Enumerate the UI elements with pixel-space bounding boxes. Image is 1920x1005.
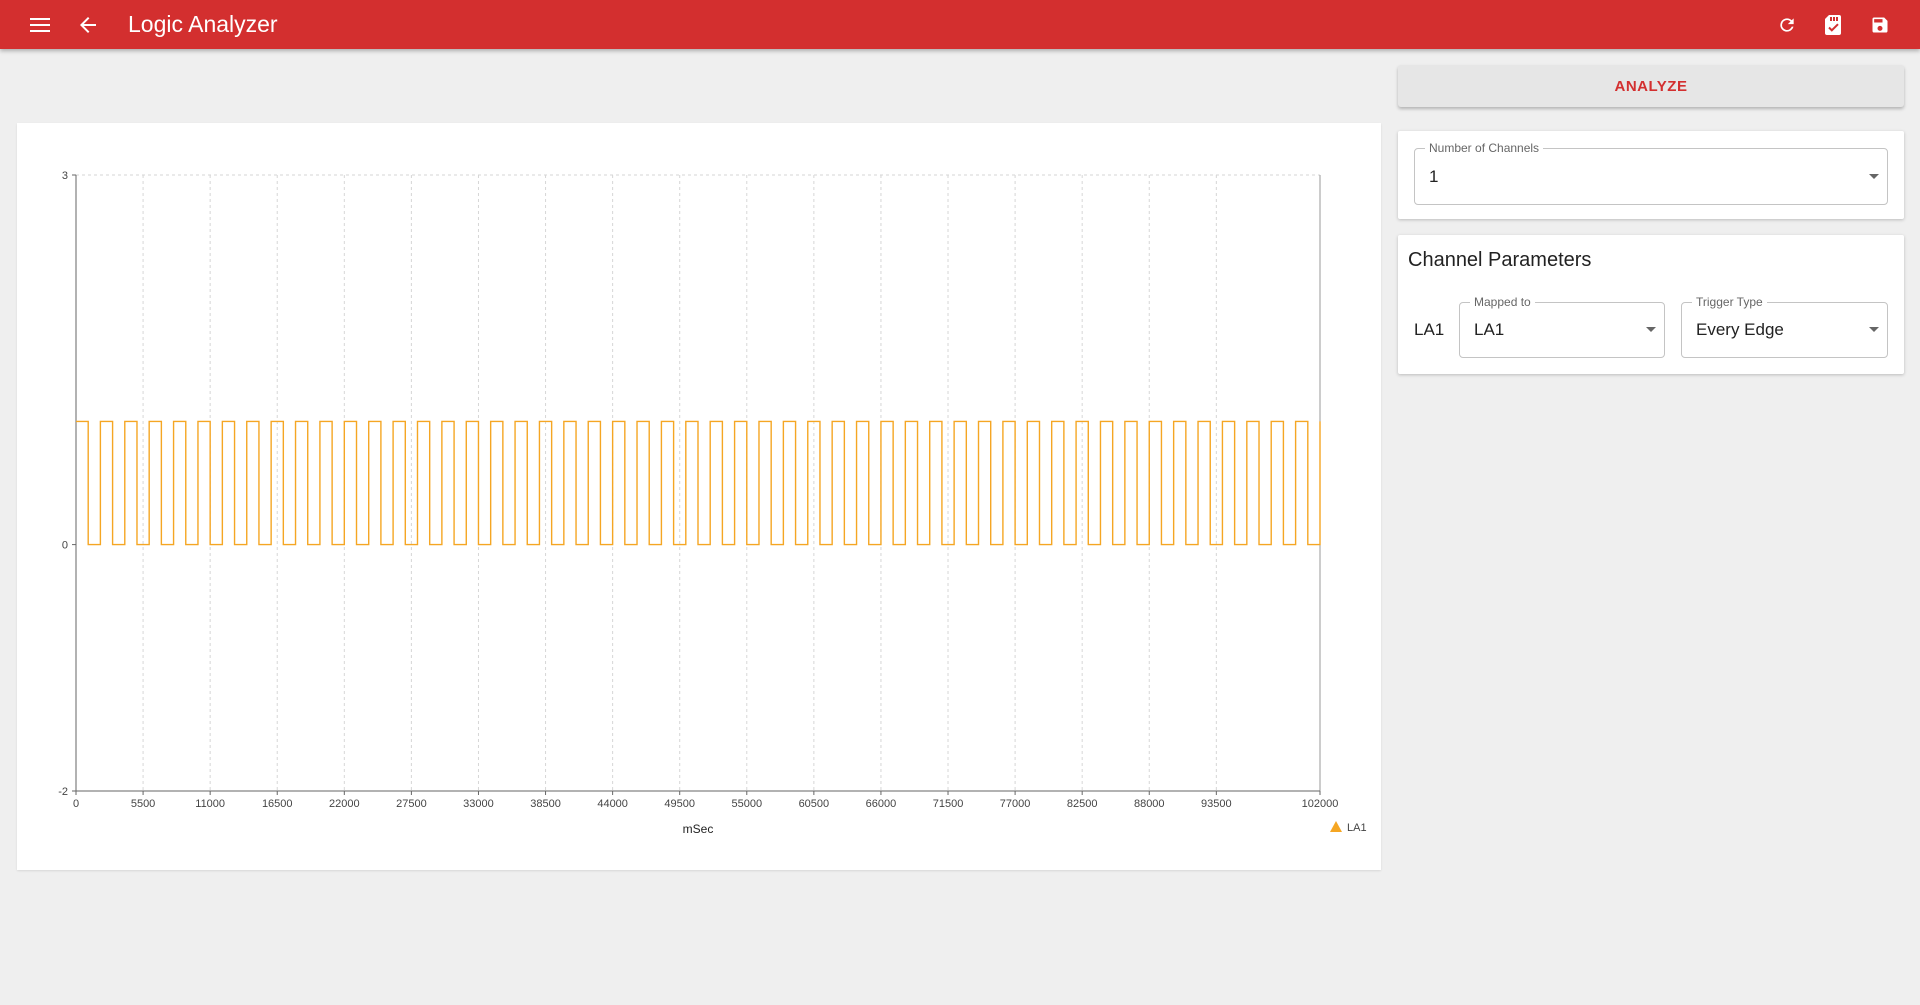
back-button[interactable] bbox=[68, 0, 108, 49]
page-title: Logic Analyzer bbox=[128, 11, 278, 37]
x-tick-label: 22000 bbox=[329, 798, 360, 810]
x-tick-label: 44000 bbox=[597, 798, 628, 810]
x-tick-label: 102000 bbox=[1302, 798, 1339, 810]
sd-card-button[interactable] bbox=[1814, 0, 1854, 49]
number-of-channels-card: Number of Channels 1 bbox=[1398, 131, 1904, 219]
legend-triangle-icon bbox=[1330, 821, 1342, 832]
analyze-button[interactable]: ANALYZE bbox=[1398, 65, 1904, 107]
y-tick-label: 3 bbox=[62, 170, 68, 182]
arrow-left-icon bbox=[80, 16, 96, 33]
x-tick-label: 77000 bbox=[1000, 798, 1031, 810]
sd-card-check-icon bbox=[1825, 14, 1841, 35]
x-tick-label: 49500 bbox=[664, 798, 695, 810]
x-tick-label: 55000 bbox=[731, 798, 762, 810]
x-tick-label: 0 bbox=[73, 798, 79, 810]
x-tick-label: 82500 bbox=[1067, 798, 1098, 810]
save-button[interactable] bbox=[1860, 0, 1900, 49]
mapped-to-value: LA1 bbox=[1474, 320, 1505, 339]
number-of-channels-value: 1 bbox=[1429, 166, 1439, 186]
menu-icon bbox=[30, 17, 50, 32]
number-of-channels-label: Number of Channels bbox=[1425, 140, 1544, 156]
channel-parameters-card: Channel Parameters LA1 Mapped to LA1 Tri… bbox=[1398, 235, 1904, 374]
series-line-la1 bbox=[76, 420, 1321, 546]
x-tick-label: 27500 bbox=[396, 798, 427, 810]
legend-label: LA1 bbox=[1347, 822, 1367, 834]
x-tick-label: 16500 bbox=[262, 798, 293, 810]
trigger-type-select[interactable]: Trigger Type Every Edge bbox=[1681, 294, 1888, 358]
x-tick-label: 66000 bbox=[866, 798, 897, 810]
mapped-to-select[interactable]: Mapped to LA1 bbox=[1459, 294, 1665, 358]
number-of-channels-select[interactable]: Number of Channels 1 bbox=[1414, 140, 1888, 205]
trigger-type-value: Every Edge bbox=[1696, 320, 1784, 339]
chart-card: 0 5500 11000 16500 22000 27500 33000 38500 44000… bbox=[17, 123, 1381, 870]
logic-analyzer-chart[interactable]: 0 5500 11000 16500 22000 27500 33000 38500 44000… bbox=[17, 123, 1381, 870]
x-tick-label: 38500 bbox=[530, 798, 561, 810]
channel-parameters-heading: Channel Parameters bbox=[1408, 249, 1592, 271]
x-tick-label: 93500 bbox=[1201, 798, 1232, 810]
x-tick-label: 5500 bbox=[131, 798, 155, 810]
x-tick-label: 60500 bbox=[799, 798, 830, 810]
y-tick-label: -2 bbox=[58, 786, 68, 798]
save-icon bbox=[1872, 17, 1888, 32]
chevron-down-icon bbox=[1869, 327, 1879, 332]
x-tick-label: 33000 bbox=[463, 798, 494, 810]
x-tick-label: 71500 bbox=[933, 798, 964, 810]
menu-button[interactable] bbox=[20, 0, 60, 49]
chevron-down-icon bbox=[1869, 173, 1879, 179]
x-tick-label: 11000 bbox=[195, 798, 225, 810]
refresh-button[interactable] bbox=[1767, 0, 1807, 49]
y-tick-label: 0 bbox=[62, 540, 68, 552]
chevron-down-icon bbox=[1646, 327, 1656, 332]
refresh-icon bbox=[1780, 17, 1794, 32]
app-bar: Logic Analyzer bbox=[0, 0, 1920, 49]
channel-name: LA1 bbox=[1414, 320, 1445, 339]
x-axis-label: mSec bbox=[683, 822, 714, 836]
x-tick-label: 88000 bbox=[1134, 798, 1165, 810]
